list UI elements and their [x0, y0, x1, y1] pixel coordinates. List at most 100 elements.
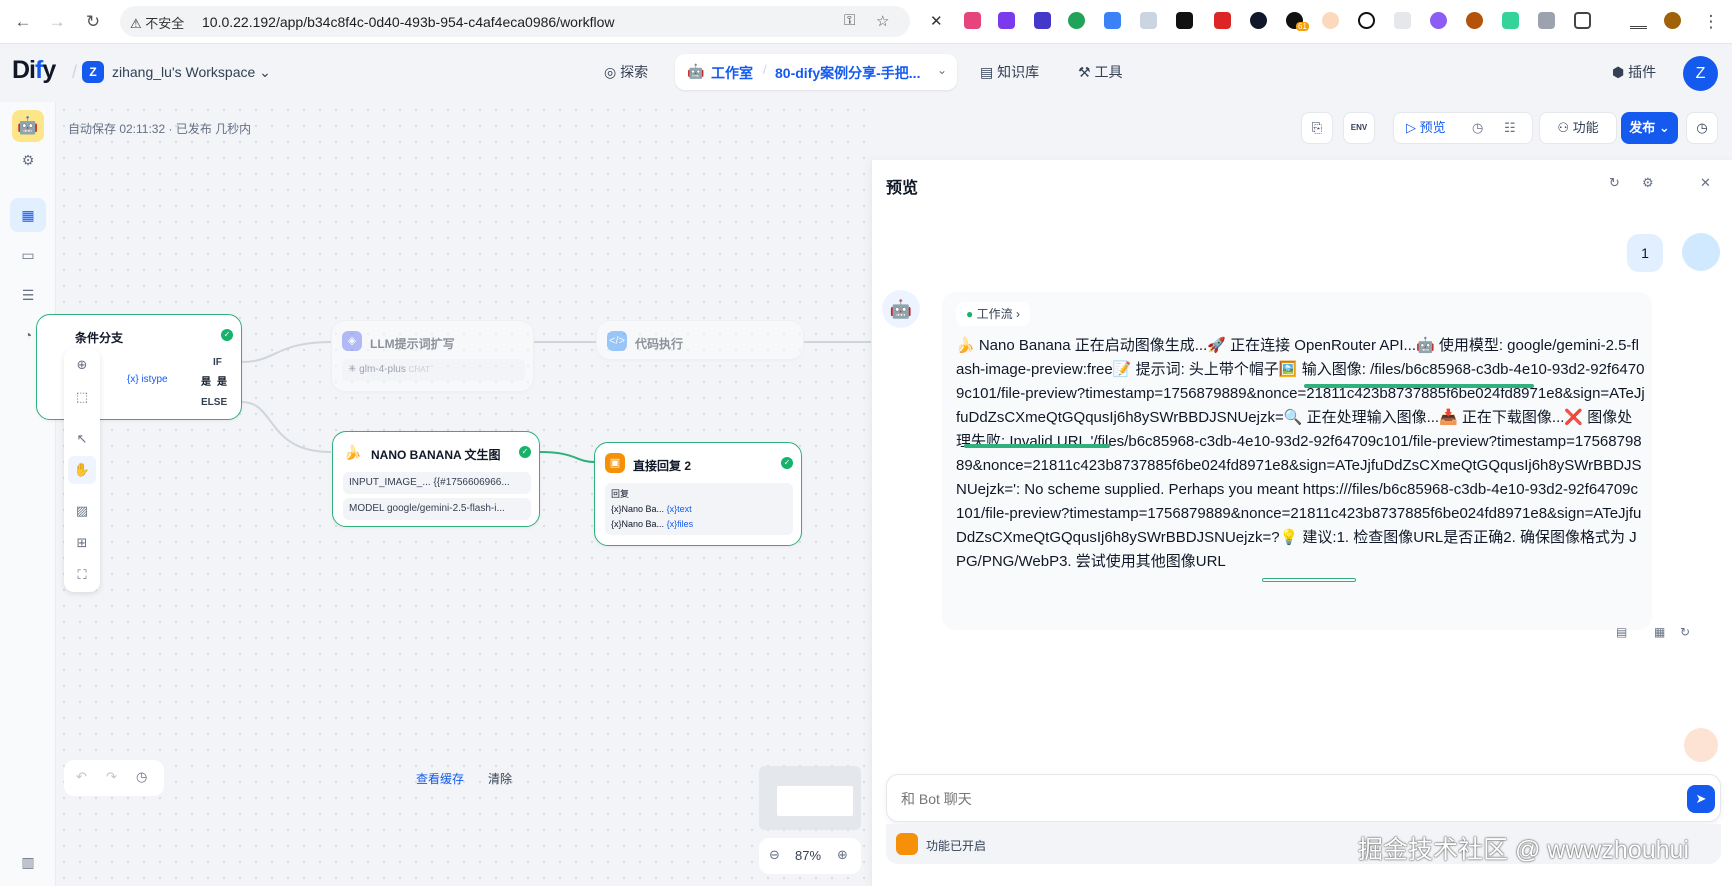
- extension-icon[interactable]: [1214, 12, 1231, 29]
- export-image-icon[interactable]: ▨: [73, 502, 91, 520]
- more-menu-icon[interactable]: ⋮: [1700, 11, 1722, 33]
- app-icon[interactable]: 🤖: [12, 110, 44, 142]
- bot-answer: ● 工作流 › 🍌 Nano Banana 正在启动图像生成...🚀 正在连接 …: [942, 292, 1652, 630]
- bot-avatar: 🤖: [882, 290, 920, 328]
- annotation-underline: [1304, 384, 1534, 388]
- chat-input[interactable]: [901, 788, 1601, 810]
- extension-icon[interactable]: [1140, 12, 1157, 29]
- extension-icon[interactable]: [1034, 12, 1051, 29]
- view-cache-button[interactable]: 查看缓存: [416, 770, 464, 787]
- preview-button[interactable]: ▷ 预览: [1406, 113, 1446, 143]
- organize-blocks-icon[interactable]: ⊞: [73, 534, 91, 552]
- nav-tools[interactable]: ⚒ 工具: [1078, 62, 1122, 82]
- extension-icon[interactable]: [1502, 12, 1519, 29]
- terminal-icon[interactable]: ▭: [18, 245, 38, 265]
- add-note-icon[interactable]: ⬚: [73, 388, 91, 406]
- checklist-icon[interactable]: ☷: [1504, 113, 1516, 143]
- workspace-switcher[interactable]: zihang_lu's Workspace ⌄: [112, 64, 271, 81]
- clear-button[interactable]: 清除: [488, 770, 512, 787]
- settings-sliders-icon[interactable]: ⚙: [18, 150, 38, 170]
- logs-icon[interactable]: ☰: [18, 285, 38, 305]
- extension-icon[interactable]: [1322, 12, 1339, 29]
- version-history-button[interactable]: ◷: [1686, 112, 1718, 144]
- app-selector[interactable]: 80-dify案例分享-手把...: [775, 63, 920, 83]
- workflow-canvas[interactable]: 自动保存 02:11:32 · 已发布 几秒内 条件分支 ✓ IF {x} is…: [36, 102, 871, 886]
- refresh-icon[interactable]: ↻: [1609, 175, 1620, 191]
- env-button[interactable]: ENV: [1343, 112, 1375, 144]
- media-icon[interactable]: [1630, 12, 1647, 29]
- maximize-canvas-icon[interactable]: ⛶: [73, 566, 91, 584]
- key-icon[interactable]: ⚿: [844, 12, 855, 29]
- nav-explore[interactable]: ◎ 探索: [604, 62, 648, 82]
- extension-icon[interactable]: [1430, 12, 1447, 29]
- user-avatar[interactable]: Z: [1683, 56, 1718, 91]
- nav-studio[interactable]: 🤖 工作室 / 80-dify案例分享-手把... ⌄: [675, 54, 957, 90]
- back-icon[interactable]: ←: [12, 11, 34, 33]
- workspace-avatar[interactable]: Z: [82, 61, 104, 83]
- pointer-icon[interactable]: ↖: [73, 430, 91, 448]
- assistant-mascot[interactable]: [1684, 728, 1718, 762]
- extension-icon[interactable]: [1068, 12, 1085, 29]
- clipboard-icon[interactable]: ▦: [1654, 625, 1665, 639]
- llm-icon: ◈: [342, 331, 362, 351]
- send-icon: ➤: [1695, 791, 1707, 806]
- code-icon: </>: [607, 331, 627, 351]
- nav-knowledge[interactable]: ▤ 知识库: [980, 62, 1039, 82]
- dify-logo[interactable]: Dify: [12, 56, 56, 85]
- security-warning[interactable]: ⚠ 不安全: [130, 13, 184, 32]
- features-button[interactable]: ⚇ 功能: [1539, 112, 1617, 144]
- puzzle-icon[interactable]: [1574, 12, 1591, 29]
- regenerate-icon[interactable]: ↻: [1680, 625, 1690, 639]
- canvas-toolbox: ⊕ ⬚ ↖ ✋ ▨ ⊞ ⛶: [64, 348, 100, 592]
- chevron-down-icon[interactable]: ⌄: [937, 63, 947, 77]
- edge-if-llm: [241, 341, 332, 363]
- close-tab-icon[interactable]: ✕: [930, 12, 947, 30]
- workflow-process-chip[interactable]: ● 工作流 ›: [956, 302, 1030, 326]
- node-answer[interactable]: ▣ 直接回复 2 ✓ 回复 {x}Nano Ba... {x}text {x}N…: [594, 442, 802, 546]
- nano-param-model: MODEL google/gemini-2.5-flash-i...: [343, 498, 531, 520]
- copy-icon[interactable]: ▤: [1616, 625, 1627, 639]
- node-code[interactable]: </> 代码执行: [596, 320, 804, 360]
- robot-icon: 🤖: [687, 63, 705, 79]
- undo-icon[interactable]: ↶: [76, 769, 87, 785]
- reload-icon[interactable]: ↻: [82, 11, 104, 33]
- features-icon: ⚇: [1557, 120, 1569, 135]
- zoom-in-icon[interactable]: ⊕: [837, 847, 848, 863]
- extension-icon[interactable]: [964, 12, 981, 29]
- node-llm[interactable]: ◈ LLM提示词扩写 ✳ glm-4-plus CHAT: [331, 320, 534, 392]
- variables-icon[interactable]: ⚙: [1642, 175, 1654, 191]
- extension-icon[interactable]: [1250, 12, 1267, 29]
- close-icon[interactable]: ✕: [1700, 175, 1711, 191]
- publish-button[interactable]: 发布 ⌄: [1621, 112, 1678, 144]
- workflow-orchestrate-icon[interactable]: ▦: [18, 205, 38, 225]
- clock-icon[interactable]: [1358, 12, 1375, 29]
- collapse-sidebar-icon[interactable]: ▥: [18, 852, 38, 872]
- preview-group: ▷ 预览 ◷ ☷: [1393, 112, 1533, 144]
- profile-avatar[interactable]: [1664, 12, 1681, 29]
- app-sidebar: 🤖 ⚙ ▦ ▭ ☰ ◔ ▥: [0, 102, 56, 886]
- extension-icon[interactable]: [998, 12, 1015, 29]
- minimap[interactable]: [759, 766, 861, 830]
- extension-icon[interactable]: [1466, 12, 1483, 29]
- monitor-icon[interactable]: ◔: [18, 325, 38, 345]
- hand-icon[interactable]: ✋: [73, 461, 91, 479]
- send-button[interactable]: ➤: [1687, 785, 1715, 813]
- extension-icon[interactable]: [1538, 12, 1555, 29]
- node-nano-banana[interactable]: 🍌 NANO BANANA 文生图 ✓ INPUT_IMAGE_... {{#1…: [332, 431, 540, 527]
- url-text[interactable]: 10.0.22.192/app/b34c8f4c-0d40-493b-954-c…: [202, 14, 615, 30]
- run-history-button[interactable]: ⎘: [1301, 112, 1333, 144]
- app-header: Dify / Z zihang_lu's Workspace ⌄ ◎ 探索 🤖 …: [0, 44, 1732, 102]
- extension-icon[interactable]: [1176, 12, 1193, 29]
- redo-icon[interactable]: ↷: [106, 769, 117, 785]
- history-icon[interactable]: ◷: [136, 769, 147, 785]
- address-bar[interactable]: ⚠ 不安全 10.0.22.192/app/b34c8f4c-0d40-493b…: [120, 6, 910, 37]
- extension-icon[interactable]: [1104, 12, 1121, 29]
- run-history-icon[interactable]: ◷: [1472, 113, 1483, 143]
- add-node-icon[interactable]: ⊕: [73, 356, 91, 374]
- forward-icon[interactable]: →: [46, 11, 68, 33]
- bookmark-star-icon[interactable]: ☆: [876, 12, 889, 30]
- nav-plugins[interactable]: ⬢ 插件: [1612, 62, 1656, 82]
- zoom-level[interactable]: 87%: [795, 848, 821, 863]
- zoom-out-icon[interactable]: ⊖: [769, 847, 780, 863]
- extension-icon[interactable]: [1394, 12, 1411, 29]
